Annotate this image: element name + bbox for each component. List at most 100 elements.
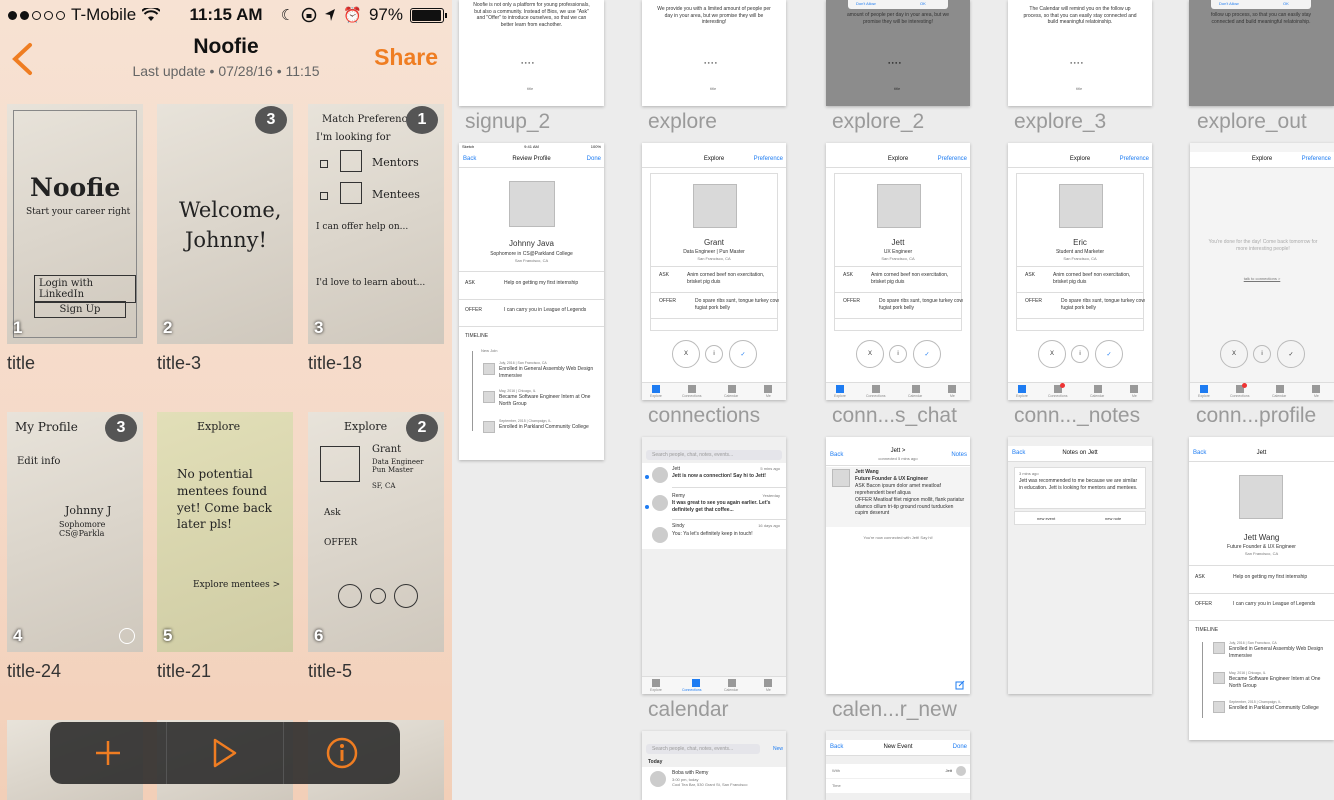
mock-tab-bar: Explore Connections Calendar Me [826, 382, 970, 400]
compose-icon[interactable] [955, 680, 965, 690]
sketch-circle [394, 584, 418, 608]
prototype-thumb-1[interactable]: Noofie Start your career right Login wit… [7, 104, 143, 344]
search-input[interactable]: Search people, chat, notes, events... [646, 450, 782, 460]
add-button[interactable] [50, 722, 167, 784]
card-role: Student and Marketer [1055, 249, 1105, 255]
mock-nav-bar: Back New Event Done [826, 740, 970, 756]
thumb-number: 6 [314, 626, 324, 645]
info-button[interactable]: i [1253, 345, 1271, 363]
ask-label: ASK [843, 272, 854, 278]
search-input[interactable]: Search people, chat, notes, events... [646, 744, 760, 754]
accept-button[interactable]: ✓ [1277, 340, 1305, 368]
ok-button[interactable]: OK [920, 1, 926, 6]
new-button[interactable]: New [773, 746, 783, 753]
thumb-number: 3 [314, 318, 324, 337]
artboard-explore-2[interactable]: Don't Allow OK amount of people per day … [826, 0, 970, 106]
artboard-notes[interactable]: Back Notes on Jett 3 mins ago Jett was r… [1008, 437, 1152, 694]
timeline-meta: July, 2016 | San Francisco, CA [1229, 641, 1277, 645]
sketch-paper: My Profile Edit info Johnny J Sophomore … [13, 418, 137, 646]
info-button[interactable]: i [705, 345, 723, 363]
profile-photo [1239, 475, 1283, 519]
talk-to-connections-link[interactable]: talk to connections > [1190, 276, 1334, 281]
reject-button[interactable]: X [1220, 340, 1248, 368]
mock-title: New Event [883, 744, 913, 750]
sketch-option: Mentors [372, 156, 419, 169]
time-row: Time [826, 779, 970, 793]
artboard-explore[interactable]: We provide you with a limited amount of … [642, 0, 786, 106]
artboard-explore-card-1[interactable]: Explore Preference Grant Data Engineer |… [642, 143, 786, 400]
done-button[interactable]: Done [587, 156, 601, 162]
profile-role: Future Founder & UX Engineer [1227, 544, 1296, 550]
artboard-done-for-day[interactable]: Explore Preference You're done for the d… [1190, 143, 1334, 400]
sketch-image-box [320, 446, 360, 482]
preference-button[interactable]: Preference [754, 156, 783, 162]
share-button[interactable]: Share [374, 44, 438, 71]
prototype-thumb-5[interactable]: Explore No potential mentees found yet! … [157, 412, 293, 652]
prototype-thumb-2[interactable]: Welcome, Johnny! 3 2 [157, 104, 293, 344]
preference-button[interactable]: Preference [1120, 156, 1149, 162]
prototype-thumb-4[interactable]: My Profile Edit info Johnny J Sophomore … [7, 412, 143, 652]
sketch-header: My Profile [15, 420, 78, 434]
dont-allow-button[interactable]: Don't Allow [1219, 1, 1239, 6]
play-button[interactable] [167, 722, 284, 784]
reject-button[interactable]: X [1038, 340, 1066, 368]
profile-card: Jett UX Engineer San Francisco, CA ASK A… [834, 173, 963, 331]
artboard-explore-card-3[interactable]: Explore Preference Eric Student and Mark… [1008, 143, 1152, 400]
info-button[interactable]: i [1071, 345, 1089, 363]
artboard-review-profile[interactable]: Sketch 9:41 AM 100% Back Review Profile Do… [459, 143, 604, 460]
artboard-explore-card-2[interactable]: Explore Preference Jett UX Engineer San … [826, 143, 970, 400]
timeline-meta: September, 2015 | Champaign, IL [499, 419, 552, 423]
card-location: San Francisco, CA [881, 256, 915, 261]
artboard-label: conn...s_chat [832, 404, 957, 427]
page-dots: ● ● ● ● [521, 60, 534, 65]
artboard-chat[interactable]: Back Jett > connected 5 mins ago Notes J… [826, 437, 970, 694]
accept-button[interactable]: ✓ [729, 340, 757, 368]
new-note-button[interactable]: new note [1105, 516, 1121, 521]
sketch-text: I'd love to learn about... [316, 278, 426, 288]
comment-badge: 1 [406, 106, 438, 134]
artboard-explore-3[interactable]: The Calendar will remind you on the foll… [1008, 0, 1152, 106]
hotspot-icon [119, 628, 135, 644]
mock-title: Review Profile [512, 156, 551, 162]
done-button[interactable]: Done [953, 744, 967, 750]
accept-button[interactable]: ✓ [1095, 340, 1123, 368]
page-dots: ● ● ● ● [704, 60, 717, 65]
reject-button[interactable]: X [856, 340, 884, 368]
sketch-text: Ask [324, 508, 341, 518]
preference-button[interactable]: Preference [938, 156, 967, 162]
card-name: Eric [1073, 238, 1087, 247]
dont-allow-button[interactable]: Don't Allow [856, 1, 876, 6]
artboard-calendar-list[interactable]: Search people, chat, notes, events... Ne… [642, 731, 786, 800]
prototype-thumb-3[interactable]: Match Preference I'm looking for Mentors… [308, 104, 444, 344]
profile-name: Johnny Java [509, 239, 554, 248]
new-event-button[interactable]: new event [1037, 516, 1055, 521]
preference-button[interactable]: Preference [1302, 156, 1331, 162]
artboard-label: calen...r_new [832, 698, 957, 721]
artboard-signup-2[interactable]: Noofie is not only a platform for young … [459, 0, 604, 106]
permission-dialog: Don't Allow OK [848, 0, 948, 9]
notes-button[interactable]: Notes [951, 452, 967, 458]
ok-button[interactable]: OK [1283, 1, 1289, 6]
nav-bar: Noofie Last update • 07/28/16 • 11:15 Sh… [0, 30, 452, 90]
mock-nav-bar: Back Jett > connected 5 mins ago Notes [826, 446, 970, 466]
prototype-thumb-6[interactable]: Explore Grant Data Engineer Pun Master S… [308, 412, 444, 652]
artboard-new-event[interactable]: Back New Event Done With Jett Time [826, 731, 970, 800]
accept-button[interactable]: ✓ [913, 340, 941, 368]
sketch-name: Johnny! [185, 228, 267, 252]
sketch-text: No potential mentees found yet! Come bac… [177, 467, 272, 532]
offer-label: OFFER [1195, 601, 1212, 607]
artboard-connections-list[interactable]: Search people, chat, notes, events... Je… [642, 437, 786, 694]
info-button[interactable] [284, 722, 400, 784]
summary-role: Future Founder & UX Engineer [855, 476, 929, 482]
profile-summary: Jett Wang Future Founder & UX Engineer A… [826, 467, 970, 527]
info-button[interactable]: i [889, 345, 907, 363]
artboard-jett-profile[interactable]: Back Jett Jett Wang Future Founder & UX … [1189, 437, 1334, 740]
offer-text: I can carry you in League of Legends [1233, 601, 1316, 607]
sketch-name: Johnny J [65, 504, 112, 517]
with-row: With Jett [826, 764, 970, 778]
permission-dialog: Don't Allow OK [1211, 0, 1311, 9]
card-name: Jett [891, 238, 905, 247]
artboard-explore-out[interactable]: Don't Allow OK follow up process, so tha… [1189, 0, 1334, 106]
reject-button[interactable]: X [672, 340, 700, 368]
profile-subtitle: Sophomore in CS@Parkland College [490, 251, 573, 257]
